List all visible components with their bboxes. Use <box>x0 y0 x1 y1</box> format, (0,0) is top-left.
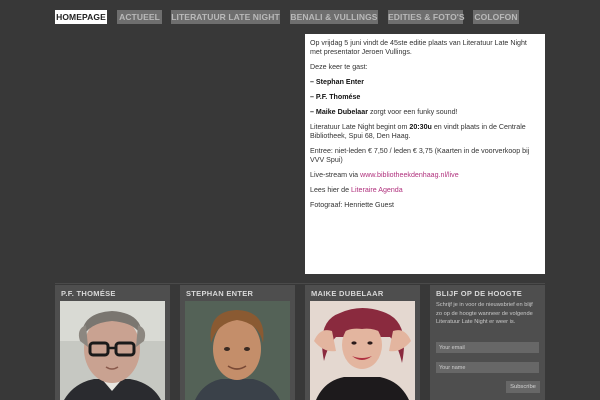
card-title: P.F. Thomése <box>61 289 116 298</box>
name-field[interactable] <box>436 362 539 373</box>
profile-card-maike-dubelaar[interactable]: Maike Dubelaar <box>305 285 420 400</box>
profile-card-stephan-enter[interactable]: Stephan Enter <box>180 285 295 400</box>
livestream-link[interactable]: www.bibliotheekdenhaag.nl/live <box>360 171 459 179</box>
intro-text: Op vrijdag 5 juni vindt de 45ste editie … <box>310 39 527 56</box>
section-divider <box>55 283 545 284</box>
card-title: Maike Dubelaar <box>311 289 384 298</box>
nav-item-homepage[interactable]: Homepage <box>55 10 107 24</box>
portrait-maike-dubelaar <box>310 301 415 400</box>
email-field[interactable] <box>436 342 539 353</box>
photographer-credit: Fotograaf: Henriette Guest <box>310 201 394 209</box>
nav-item-benali-vullings[interactable]: Benali & Vullings <box>290 10 378 24</box>
guest-pf-thomese: – P.F. Thomése <box>310 93 361 101</box>
time-location-text: Literatuur Late Night begint om 20:30u e… <box>310 123 526 140</box>
media-area <box>55 34 300 274</box>
nav-item-literatuur-late-night[interactable]: Literatuur Late Night <box>171 10 280 24</box>
agenda-text: Lees hier de Literaire Agenda <box>310 186 403 194</box>
newsletter-title: Blijf op de hoogte <box>436 289 523 298</box>
subscribe-button[interactable]: Subscribe <box>506 381 540 393</box>
nav-item-colofon[interactable]: Colofon <box>473 10 519 24</box>
newsletter-panel: Blijf op de hoogte Schrijf je in voor de… <box>430 285 545 400</box>
card-title: Stephan Enter <box>186 289 254 298</box>
livestream-text: Live-stream via www.bibliotheekdenhaag.n… <box>310 171 459 179</box>
guest-maike-dubelaar: – Maike Dubelaar zorgt voor een funky so… <box>310 108 458 116</box>
guest-stephan-enter: – Stephan Enter <box>310 78 365 86</box>
newsletter-description: Schrijf je in voor de nieuwsbrief en bli… <box>436 302 533 325</box>
portrait-pf-thomese <box>60 301 165 400</box>
literaire-agenda-link[interactable]: Literaire Agenda <box>351 186 403 194</box>
guests-intro: Deze keer te gast: <box>310 63 368 71</box>
entry-price-text: Entree: niet-leden € 7,50 / leden € 3,75… <box>310 147 530 164</box>
event-info-panel: Op vrijdag 5 juni vindt de 45ste editie … <box>305 34 545 274</box>
profile-card-pf-thomese[interactable]: P.F. Thomése <box>55 285 170 400</box>
nav-item-edities-fotos[interactable]: Edities & Foto's <box>388 10 465 24</box>
portrait-stephan-enter <box>185 301 290 400</box>
nav-item-actueel[interactable]: Actueel <box>117 10 162 24</box>
